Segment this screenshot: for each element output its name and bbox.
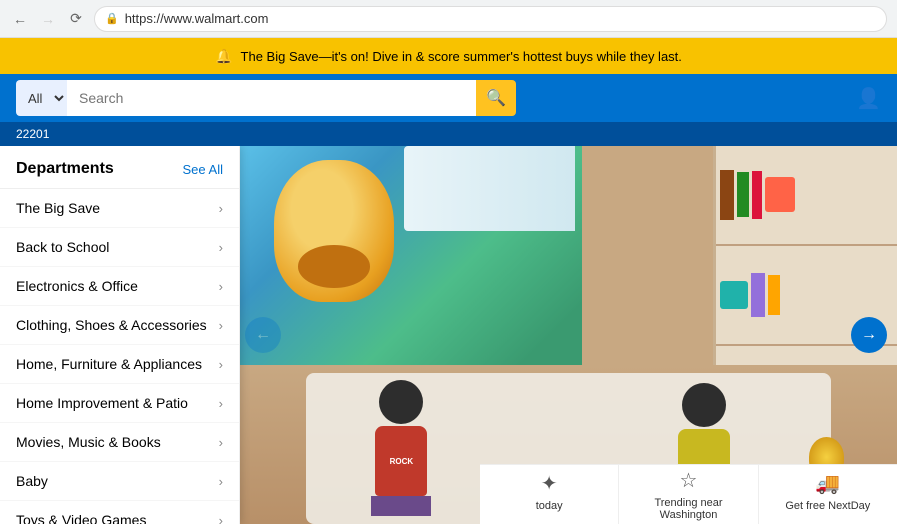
- hero-area: ROCK: [240, 146, 897, 524]
- address-bar[interactable]: 🔒 https://www.walmart.com: [94, 6, 887, 32]
- sidebar-item-label: Toys & Video Games: [16, 512, 146, 524]
- sidebar-item-label: The Big Save: [16, 200, 100, 216]
- today-link[interactable]: ✦ today: [480, 465, 619, 524]
- search-container: All 🔍: [16, 80, 516, 116]
- chevron-right-icon: ›: [219, 318, 223, 333]
- lion-character: [274, 160, 394, 302]
- bottom-quick-links: ✦ today ☆ Trending near Washington 🚚 Get…: [480, 464, 897, 524]
- back-button[interactable]: ←: [10, 9, 30, 29]
- book4: [751, 273, 765, 317]
- star-outline-icon: ☆: [680, 468, 698, 493]
- promo-banner: 🔔 The Big Save—it's on! Dive in & score …: [0, 38, 897, 74]
- carousel-next-button[interactable]: →: [851, 317, 887, 353]
- sidebar-item-electronics-office[interactable]: Electronics & Office ›: [0, 267, 239, 306]
- girl-body: ROCK: [375, 426, 427, 496]
- chevron-right-icon: ›: [219, 474, 223, 489]
- trending-link[interactable]: ☆ Trending near Washington: [619, 465, 758, 524]
- refresh-button[interactable]: ⟳: [66, 9, 86, 29]
- site-header: All 🔍 👤: [0, 74, 897, 122]
- browser-chrome: ← → ⟳ 🔒 https://www.walmart.com: [0, 0, 897, 38]
- sidebar-item-back-to-school[interactable]: Back to School ›: [0, 228, 239, 267]
- book5: [768, 275, 780, 315]
- chevron-right-icon: ›: [219, 240, 223, 255]
- sidebar-item-toys-video-games[interactable]: Toys & Video Games ›: [0, 501, 239, 524]
- sidebar-item-label: Clothing, Shoes & Accessories: [16, 317, 207, 333]
- pillows: [404, 146, 575, 231]
- lock-icon: 🔒: [105, 12, 119, 25]
- book1: [720, 170, 734, 220]
- book3: [752, 171, 762, 219]
- sidebar-item-label: Electronics & Office: [16, 278, 138, 294]
- sidebar-item-label: Home, Furniture & Appliances: [16, 356, 202, 372]
- sidebar-item-label: Home Improvement & Patio: [16, 395, 188, 411]
- main-content: Departments See All The Big Save › Back …: [0, 146, 897, 524]
- carousel-prev-button[interactable]: ←: [245, 317, 281, 353]
- account-icon-button[interactable]: 👤: [856, 86, 881, 111]
- promo-banner-text: The Big Save—it's on! Dive in & score su…: [241, 49, 682, 64]
- nextday-link-text: Get free NextDay: [785, 500, 870, 512]
- location-bar: 22201: [0, 122, 897, 146]
- truck-icon: 🚚: [815, 471, 840, 496]
- decor1: [765, 177, 795, 212]
- chevron-right-icon: ›: [219, 435, 223, 450]
- walmart-page: 🔔 The Big Save—it's on! Dive in & score …: [0, 38, 897, 524]
- today-link-text: today: [536, 500, 563, 512]
- sidebar-item-label: Movies, Music & Books: [16, 434, 161, 450]
- nextday-link[interactable]: 🚚 Get free NextDay: [759, 465, 897, 524]
- shirt-text: ROCK: [390, 457, 414, 466]
- book2: [737, 172, 749, 217]
- shelf-1: [716, 146, 897, 246]
- chevron-right-icon: ›: [219, 279, 223, 294]
- star-filled-icon: ✦: [541, 471, 558, 496]
- forward-button[interactable]: →: [38, 9, 58, 29]
- url-text: https://www.walmart.com: [125, 11, 269, 26]
- header-icons: 👤: [856, 86, 881, 111]
- department-select[interactable]: All: [16, 80, 67, 116]
- trending-link-text: Trending near Washington: [627, 497, 749, 521]
- sidebar-item-movies-music-books[interactable]: Movies, Music & Books ›: [0, 423, 239, 462]
- sidebar-header: Departments See All: [0, 146, 239, 189]
- sidebar-item-home-furniture-appliances[interactable]: Home, Furniture & Appliances ›: [0, 345, 239, 384]
- location-zip: 22201: [16, 127, 49, 141]
- sidebar-item-baby[interactable]: Baby ›: [0, 462, 239, 501]
- sidebar-item-clothing-shoes-accessories[interactable]: Clothing, Shoes & Accessories ›: [0, 306, 239, 345]
- sidebar-item-label: Back to School: [16, 239, 109, 255]
- sidebar-item-the-big-save[interactable]: The Big Save ›: [0, 189, 239, 228]
- girl-figure: ROCK: [371, 380, 431, 516]
- sidebar-items-list: The Big Save › Back to School › Electron…: [0, 189, 239, 524]
- girl-skirt: [371, 496, 431, 516]
- boy-head: [682, 383, 726, 427]
- lion-mane: [298, 245, 370, 288]
- search-icon: 🔍: [486, 88, 506, 108]
- chevron-right-icon: ›: [219, 513, 223, 524]
- chevron-right-icon: ›: [219, 396, 223, 411]
- clock: [720, 281, 748, 309]
- sidebar-item-home-improvement-patio[interactable]: Home Improvement & Patio ›: [0, 384, 239, 423]
- see-all-link[interactable]: See All: [183, 162, 223, 177]
- sidebar-title: Departments: [16, 160, 114, 178]
- departments-sidebar: Departments See All The Big Save › Back …: [0, 146, 240, 524]
- sidebar-item-label: Baby: [16, 473, 48, 489]
- search-input[interactable]: [67, 80, 476, 116]
- chevron-right-icon: ›: [219, 357, 223, 372]
- bell-icon: 🔔: [215, 48, 232, 65]
- chevron-right-icon: ›: [219, 201, 223, 216]
- girl-head: [379, 380, 423, 424]
- search-button[interactable]: 🔍: [476, 80, 516, 116]
